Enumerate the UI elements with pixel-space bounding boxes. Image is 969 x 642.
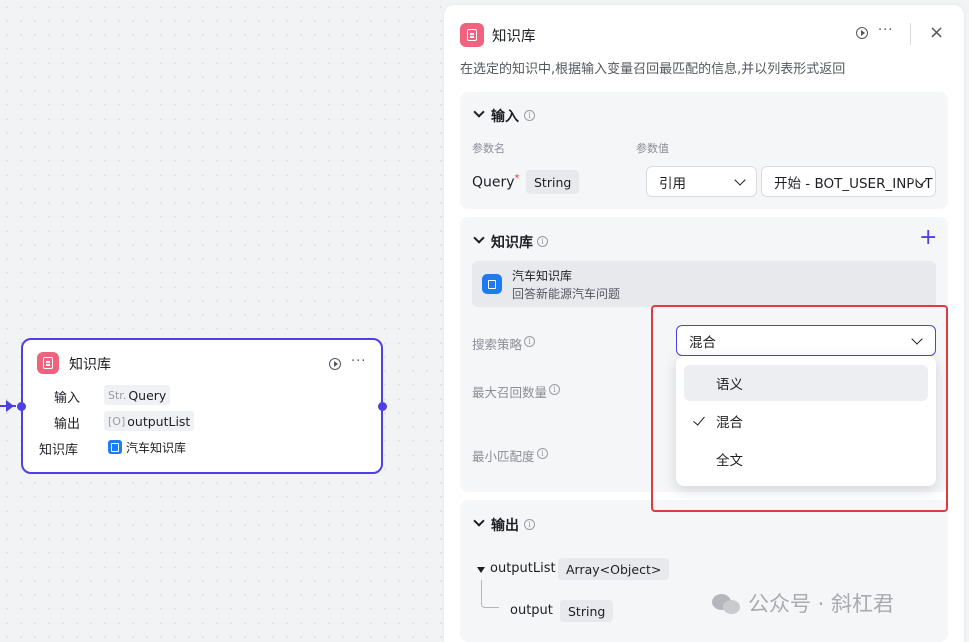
node-title: 知识库: [69, 357, 111, 373]
output-section: 输出 i outputList Array<Object> output Str…: [460, 500, 948, 642]
info-icon[interactable]: i: [537, 236, 548, 247]
ref-value-select[interactable]: 开始 - BOT_USER_INPUT: [761, 166, 936, 197]
knowledge-base-icon: [37, 352, 59, 374]
node-output-label: 输出: [54, 417, 81, 432]
kb-item[interactable]: 汽车知识库 回答新能源汽车问题: [472, 261, 936, 307]
document-icon: [108, 440, 122, 454]
caret-down-icon[interactable]: [477, 567, 485, 573]
add-knowledge-icon[interactable]: +: [919, 225, 937, 250]
run-icon[interactable]: [329, 358, 341, 370]
document-icon: [482, 274, 502, 294]
node-output-tag: [O] outputList: [104, 411, 195, 431]
node-input-label: 输入: [54, 391, 81, 406]
param-name: Query*: [472, 173, 520, 191]
node-kb-value: 汽车知识库: [126, 440, 187, 455]
chevron-down-icon[interactable]: [473, 106, 485, 118]
object-type-icon: [O]: [108, 414, 126, 428]
search-strategy-label: 搜索策略: [472, 337, 523, 352]
node-input-value: Query: [128, 387, 167, 403]
highlight-box: [651, 305, 948, 512]
param-name-text: Query: [472, 174, 515, 191]
info-icon[interactable]: i: [524, 110, 535, 121]
min-match-label: 最小匹配度: [472, 449, 535, 464]
output-field-type: Array<Object>: [558, 558, 670, 580]
header-divider: [910, 23, 911, 45]
panel-description: 在选定的知识中,根据输入变量召回最匹配的信息,并以列表形式返回: [460, 62, 846, 77]
ref-mode-select[interactable]: 引用: [646, 166, 757, 197]
output-child-name: output: [510, 603, 553, 618]
tree-connector: [481, 580, 499, 608]
run-icon[interactable]: [856, 27, 868, 39]
knowledge-base-icon: [460, 23, 484, 47]
more-icon[interactable]: ···: [878, 23, 893, 38]
more-icon[interactable]: ···: [351, 354, 366, 369]
kb-item-name: 汽车知识库: [512, 269, 573, 283]
info-icon[interactable]: i: [524, 519, 535, 530]
ref-mode-value: 引用: [659, 175, 686, 192]
output-section-title: 输出: [491, 518, 519, 534]
param-value-header: 参数值: [636, 142, 669, 155]
max-recall-label: 最大召回数量: [472, 385, 548, 400]
node-input-tag: Str. Query: [104, 385, 171, 405]
knowledge-section-title: 知识库: [491, 235, 533, 251]
watermark: 公众号 · 斜杠君: [712, 588, 894, 618]
info-icon[interactable]: i: [537, 448, 548, 459]
wechat-icon: [712, 591, 742, 615]
chevron-down-icon: [734, 174, 746, 186]
chevron-down-icon[interactable]: [473, 515, 485, 527]
node-output-value: outputList: [127, 413, 191, 429]
info-icon[interactable]: i: [549, 384, 560, 395]
node-kb-label: 知识库: [39, 443, 79, 458]
watermark-text: 公众号 · 斜杠君: [748, 592, 895, 616]
panel-title: 知识库: [492, 29, 536, 45]
kb-item-desc: 回答新能源汽车问题: [512, 287, 621, 301]
string-type-icon: Str.: [108, 388, 127, 402]
output-port[interactable]: [378, 402, 387, 411]
edge-arrow-icon: [6, 400, 14, 412]
input-section: 输入 i 参数名 参数值 Query* String 引用 开始 - BOT_U…: [460, 92, 948, 209]
output-field-name: outputList: [490, 561, 556, 576]
param-type-tag: String: [526, 170, 580, 194]
knowledge-node[interactable]: 知识库 ··· 输入 Str. Query 输出 [O] outputList …: [17, 338, 387, 474]
param-name-header: 参数名: [472, 142, 505, 155]
input-section-title: 输入: [491, 109, 519, 125]
ref-value-text: 开始 - BOT_USER_INPUT: [774, 175, 933, 192]
node-kb-tag: 汽车知识库: [104, 437, 190, 457]
info-icon[interactable]: i: [524, 336, 535, 347]
chevron-down-icon[interactable]: [473, 232, 485, 244]
output-child-type: String: [560, 600, 614, 622]
input-port[interactable]: [17, 402, 26, 411]
required-mark: *: [514, 173, 520, 184]
close-icon[interactable]: ×: [929, 22, 944, 43]
